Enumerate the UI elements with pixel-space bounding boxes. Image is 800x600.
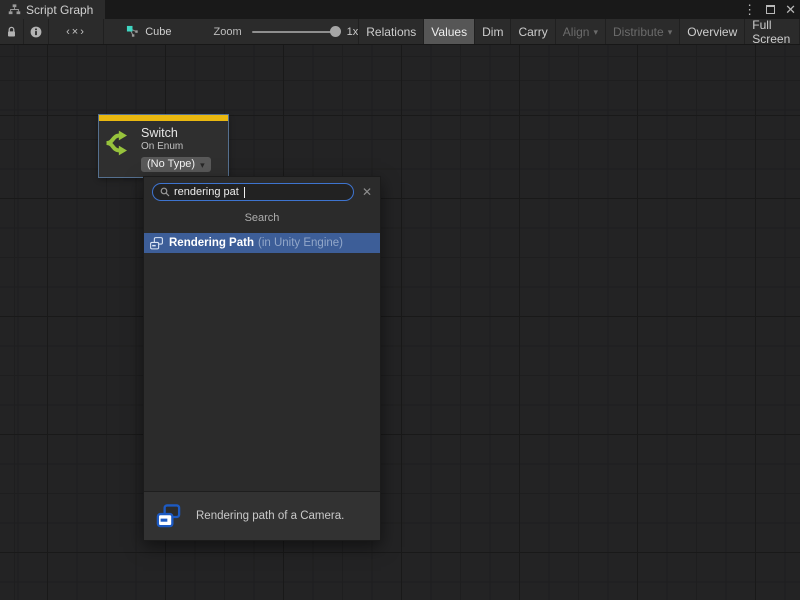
tab-title: Script Graph — [26, 3, 93, 17]
graph-icon — [126, 25, 139, 38]
close-icon[interactable]: ✕ — [785, 3, 796, 16]
enum-type-icon — [149, 236, 164, 251]
lock-icon — [6, 26, 17, 38]
node-subtitle: On Enum — [141, 141, 211, 153]
dim-button[interactable]: Dim — [474, 19, 510, 44]
menu-icon[interactable]: ⋮ — [743, 3, 756, 16]
zoom-slider[interactable] — [252, 31, 338, 33]
graph-breadcrumb[interactable]: Cube — [126, 19, 171, 44]
type-search-popup: rendering pat ✕ Search Rendering Path (i… — [143, 176, 381, 541]
tab-script-graph[interactable]: Script Graph — [0, 0, 105, 19]
chevron-down-icon: ▾ — [668, 27, 673, 38]
switch-node[interactable]: Switch On Enum (No Type) ▾ — [99, 115, 228, 177]
selection-details-footer: Rendering path of a Camera. — [144, 491, 380, 540]
search-input[interactable]: rendering pat — [152, 183, 354, 201]
type-dropdown[interactable]: (No Type) ▾ — [141, 157, 211, 172]
button-label: Align — [563, 25, 590, 39]
button-label: Overview — [687, 25, 737, 39]
window-controls: ⋮ ✕ — [743, 0, 796, 19]
distribute-dropdown[interactable]: Distribute ▾ — [605, 19, 679, 44]
enum-type-icon-large — [155, 503, 182, 530]
info-icon — [30, 26, 42, 38]
results-list-empty-area[interactable] — [144, 253, 380, 491]
unity-script-graph-window: Script Graph ⋮ ✕ — [0, 0, 800, 600]
angle-x-icon: ‹×› — [66, 26, 86, 38]
search-section-header: Search — [144, 201, 380, 233]
switch-branch-icon — [106, 129, 134, 172]
search-result-item[interactable]: Rendering Path (in Unity Engine) — [144, 233, 380, 253]
node-title: Switch — [141, 126, 211, 141]
button-label: Carry — [518, 25, 547, 39]
result-context: (in Unity Engine) — [258, 237, 343, 249]
zoom-label: Zoom — [214, 26, 242, 38]
type-dropdown-value: (No Type) — [147, 158, 195, 170]
button-label: Dim — [482, 25, 503, 39]
chevron-down-icon: ▾ — [200, 160, 205, 171]
button-label: Relations — [366, 25, 416, 39]
hierarchy-graph-icon — [8, 3, 21, 16]
toggle-values-button[interactable]: ‹×› — [49, 19, 104, 44]
carry-button[interactable]: Carry — [510, 19, 554, 44]
node-body: Switch On Enum (No Type) ▾ — [99, 121, 228, 172]
graph-canvas[interactable]: Switch On Enum (No Type) ▾ — [0, 45, 800, 600]
overview-button[interactable]: Overview — [679, 19, 744, 44]
chevron-down-icon: ▾ — [593, 27, 598, 38]
view-options: Relations Values Dim Carry Align ▾ Distr… — [358, 19, 800, 44]
search-row: rendering pat ✕ — [144, 177, 380, 201]
align-dropdown[interactable]: Align ▾ — [555, 19, 605, 44]
relations-button[interactable]: Relations — [358, 19, 423, 44]
zoom-slider-handle[interactable] — [330, 26, 341, 37]
info-button[interactable] — [24, 19, 49, 44]
maximize-icon[interactable] — [766, 5, 775, 14]
search-icon — [160, 187, 170, 197]
result-description: Rendering path of a Camera. — [196, 510, 344, 522]
lock-button[interactable] — [0, 19, 24, 44]
button-label: Full Screen — [752, 18, 792, 46]
button-label: Values — [431, 25, 467, 39]
tab-bar: Script Graph ⋮ ✕ — [0, 0, 800, 19]
full-screen-button[interactable]: Full Screen — [744, 19, 800, 44]
button-label: Distribute — [613, 25, 664, 39]
text-caret — [244, 187, 245, 198]
graph-toolbar: ‹×› Cube Zoom 1x Relations — [0, 19, 800, 45]
node-text-column: Switch On Enum (No Type) ▾ — [141, 126, 211, 172]
graph-name-label: Cube — [145, 26, 171, 38]
zoom-control: Zoom 1x — [214, 19, 359, 44]
values-button[interactable]: Values — [423, 19, 474, 44]
zoom-value: 1x — [347, 26, 359, 38]
search-query-text: rendering pat — [174, 186, 239, 198]
clear-search-icon[interactable]: ✕ — [362, 186, 372, 198]
result-name: Rendering Path — [169, 237, 254, 249]
